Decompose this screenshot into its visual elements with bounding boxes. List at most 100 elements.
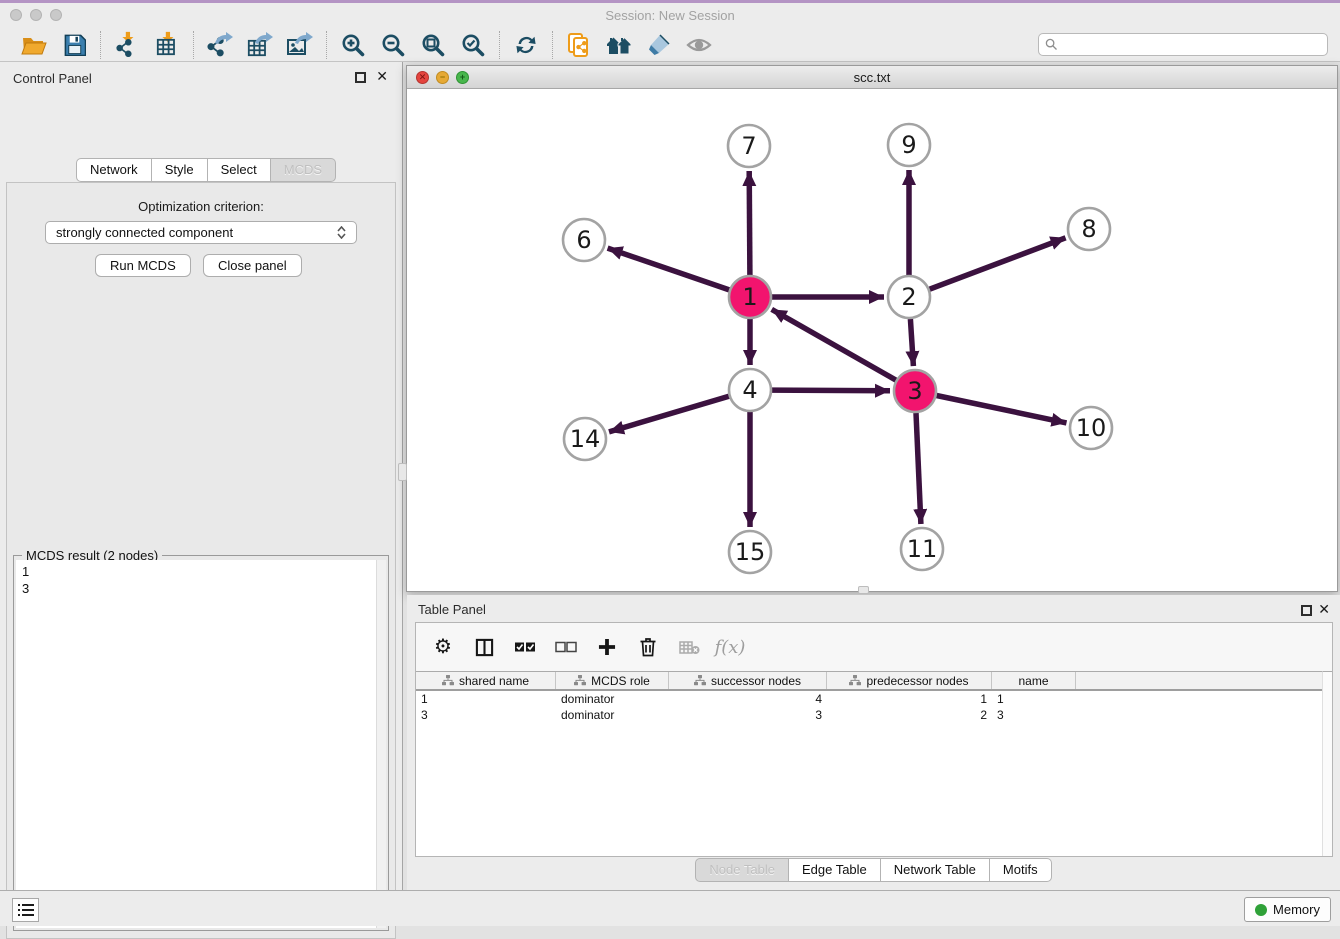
brush-icon[interactable]	[643, 31, 675, 59]
close-panel-button[interactable]: Close panel	[203, 254, 302, 277]
node-1[interactable]: 1	[729, 276, 771, 318]
edge-3-1[interactable]	[772, 309, 896, 380]
network-window-titlebar[interactable]: ✕ − + scc.txt	[407, 66, 1337, 89]
delete-trash-icon[interactable]	[635, 634, 661, 660]
column-header-name[interactable]: name	[992, 672, 1076, 689]
columns-icon[interactable]	[471, 634, 497, 660]
node-2[interactable]: 2	[888, 276, 930, 318]
minimize-view-button[interactable]: −	[436, 71, 449, 84]
deselect-all-checks-icon[interactable]	[553, 634, 579, 660]
window-title: Session: New Session	[605, 8, 734, 23]
task-history-button[interactable]	[12, 898, 39, 922]
node-7[interactable]: 7	[728, 125, 770, 167]
export-network-icon[interactable]	[204, 31, 236, 59]
table-row[interactable]: 1dominator411	[416, 691, 1322, 707]
node-14[interactable]: 14	[564, 418, 606, 460]
node-6[interactable]: 6	[563, 219, 605, 261]
tab-mcds[interactable]: MCDS	[271, 158, 336, 182]
select-all-checks-icon[interactable]	[512, 634, 538, 660]
minimize-window-button[interactable]	[30, 9, 42, 21]
import-network-icon[interactable]	[111, 31, 143, 59]
tab-network-table[interactable]: Network Table	[881, 858, 990, 882]
houses-icon[interactable]	[603, 31, 635, 59]
export-image-icon[interactable]	[284, 31, 316, 59]
column-header-shared-name[interactable]: shared name	[416, 672, 556, 689]
node-4[interactable]: 4	[729, 369, 771, 411]
edge-2-3[interactable]	[910, 319, 913, 366]
tab-motifs[interactable]: Motifs	[990, 858, 1052, 882]
close-view-button[interactable]: ✕	[416, 71, 429, 84]
table-cell: 2	[827, 707, 992, 723]
table-cell: 1	[827, 691, 992, 707]
import-table-icon[interactable]	[151, 31, 183, 59]
tab-node-table[interactable]: Node Table	[695, 858, 789, 882]
node-table: ⚙f(x) shared nameMCDS rolesuccessor node…	[415, 622, 1333, 857]
edge-3-10[interactable]	[937, 396, 1067, 423]
float-table-panel-icon[interactable]	[1301, 605, 1312, 616]
network-graph-canvas[interactable]: 7 9 6 8 1 2 4 3 14 10 15 11	[407, 89, 1337, 591]
table-cell: 3	[992, 707, 1076, 723]
zoom-out-magnifier-icon[interactable]	[377, 31, 409, 59]
column-header-predecessor-nodes[interactable]: predecessor nodes	[827, 672, 992, 689]
edge-2-8[interactable]	[930, 238, 1066, 289]
node-11[interactable]: 11	[901, 528, 943, 570]
table-cell: 3	[416, 707, 556, 723]
result-scrollbar[interactable]	[376, 560, 386, 928]
gear-icon[interactable]: ⚙	[430, 634, 456, 660]
search-input[interactable]	[1063, 38, 1321, 52]
table-cell: 1	[416, 691, 556, 707]
tab-style[interactable]: Style	[152, 158, 208, 182]
edge-4-3[interactable]	[772, 390, 890, 391]
refresh-arrows-icon[interactable]	[510, 31, 542, 59]
close-panel-icon[interactable]: ✕	[376, 69, 388, 83]
open-folder-icon[interactable]	[18, 31, 50, 59]
node-label: 14	[570, 425, 601, 453]
zoom-view-button[interactable]: +	[456, 71, 469, 84]
edge-3-11[interactable]	[916, 413, 921, 524]
select-stepper-icon	[337, 226, 346, 239]
node-9[interactable]: 9	[888, 124, 930, 166]
zoom-in-magnifier-icon[interactable]	[337, 31, 369, 59]
table-body: 1dominator4113dominator323	[416, 691, 1322, 723]
node-10[interactable]: 10	[1070, 407, 1112, 449]
table-scrollbar[interactable]	[1322, 671, 1332, 856]
node-label: 1	[742, 283, 757, 311]
mcds-result-text[interactable]: 1 3	[16, 560, 376, 928]
edge-1-7[interactable]	[749, 171, 750, 275]
toolbar-group	[8, 31, 100, 59]
export-table-icon[interactable]	[244, 31, 276, 59]
zoom-selected-magnifier-icon[interactable]	[457, 31, 489, 59]
search-icon	[1045, 38, 1058, 51]
table-panel-tabs: Node TableEdge TableNetwork TableMotifs	[407, 858, 1340, 882]
node-3[interactable]: 3	[894, 370, 936, 412]
tab-network[interactable]: Network	[76, 158, 152, 182]
run-mcds-button[interactable]: Run MCDS	[95, 254, 191, 277]
close-window-button[interactable]	[10, 9, 22, 21]
memory-label: Memory	[1273, 902, 1320, 917]
save-floppy-icon[interactable]	[58, 31, 90, 59]
delete-table-icon	[676, 634, 702, 660]
maximize-window-button[interactable]	[50, 9, 62, 21]
zoom-fit-magnifier-icon[interactable]	[417, 31, 449, 59]
edge-4-14[interactable]	[609, 396, 729, 432]
tab-select[interactable]: Select	[208, 158, 271, 182]
tab-edge-table[interactable]: Edge Table	[789, 858, 881, 882]
add-plus-icon[interactable]	[594, 634, 620, 660]
view-splitter-handle[interactable]	[858, 586, 869, 594]
node-15[interactable]: 15	[729, 531, 771, 573]
optimization-criterion-select[interactable]: strongly connected component	[45, 221, 357, 244]
column-header-MCDS-role[interactable]: MCDS role	[556, 672, 669, 689]
edge-1-6[interactable]	[608, 248, 730, 290]
node-label: 4	[742, 376, 757, 404]
panel-splitter-handle[interactable]	[398, 463, 407, 481]
memory-button[interactable]: Memory	[1244, 897, 1331, 922]
node-8[interactable]: 8	[1068, 208, 1110, 250]
eye-icon[interactable]	[683, 31, 715, 59]
close-table-panel-icon[interactable]: ✕	[1318, 602, 1330, 616]
copy-document-icon[interactable]	[563, 31, 595, 59]
column-header-successor-nodes[interactable]: successor nodes	[669, 672, 827, 689]
node-label: 7	[741, 132, 756, 160]
search-field[interactable]	[1038, 33, 1328, 56]
float-panel-icon[interactable]	[355, 72, 366, 83]
table-row[interactable]: 3dominator323	[416, 707, 1322, 723]
